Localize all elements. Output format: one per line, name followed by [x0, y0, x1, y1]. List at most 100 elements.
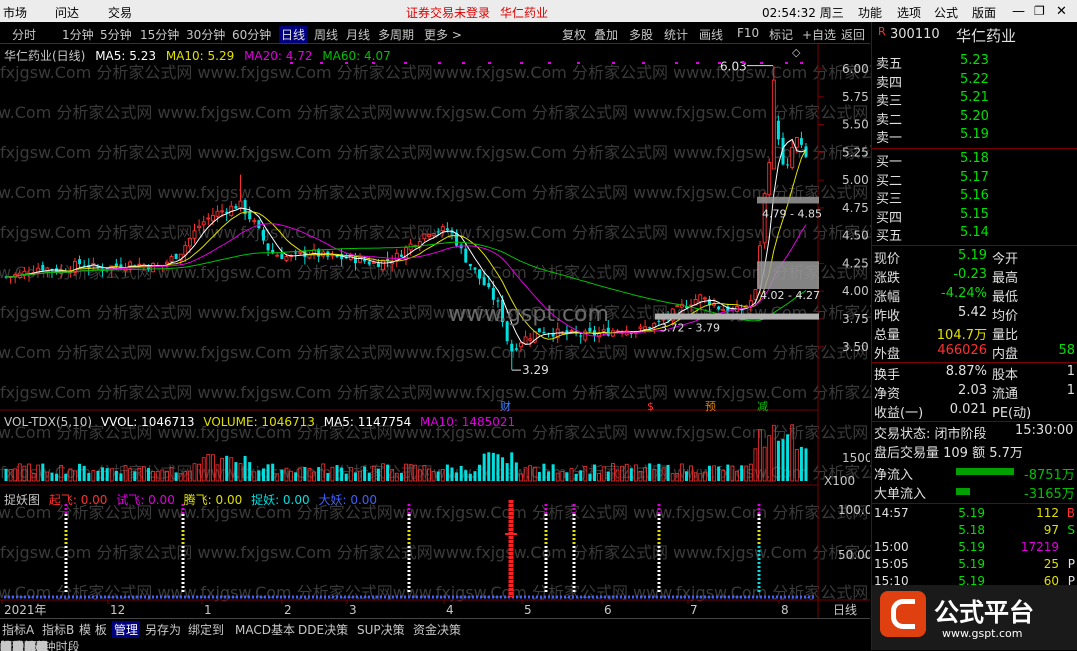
tab-capital[interactable]: 资金决策	[413, 621, 461, 638]
volume-bar	[257, 470, 261, 481]
tab-more[interactable]: 更多 >	[424, 26, 462, 43]
candle-body	[643, 326, 648, 330]
tab-15min[interactable]: 15分钟	[140, 26, 179, 43]
volume-bar	[284, 467, 289, 482]
menu-function[interactable]: 功能	[858, 4, 882, 21]
volume-bar	[679, 463, 684, 482]
tab-1min[interactable]: 1分钟	[62, 26, 94, 43]
volume-bar	[633, 464, 638, 482]
volume-bar	[684, 471, 688, 481]
ma5-label: MA5: 5.23	[95, 49, 156, 63]
volume-bar	[404, 463, 408, 482]
volume-bar	[390, 468, 395, 482]
candle-body	[721, 308, 726, 311]
tick-time: 15:10	[874, 574, 909, 588]
close-icon[interactable]: ✕	[1056, 4, 1067, 19]
volume-bar	[767, 435, 772, 482]
candle-body	[330, 254, 335, 257]
candle-body	[248, 211, 252, 220]
tab-bind[interactable]: 绑定到	[188, 621, 224, 638]
tab-indicator-a[interactable]: 指标A	[2, 621, 34, 638]
tick-price: 5.19	[958, 574, 985, 588]
candle-body	[473, 267, 477, 270]
menu-options[interactable]: 选项	[897, 4, 921, 21]
tab-60min[interactable]: 60分钟	[232, 26, 271, 43]
volume-bar	[238, 463, 243, 482]
candle-body	[445, 228, 449, 231]
stat-value-2: 1	[1066, 383, 1075, 398]
volume-bar	[436, 471, 440, 481]
candle-body	[78, 259, 82, 265]
menu-market[interactable]: 市场	[3, 4, 27, 21]
volume-bar	[119, 473, 123, 481]
volume-bar	[799, 446, 803, 481]
volume-label: VOLUME: 1046713	[203, 415, 315, 429]
tab-daily[interactable]: 日线	[279, 26, 308, 43]
volume-bar	[717, 466, 721, 481]
tick-volume: 97	[1043, 523, 1059, 537]
btn-multi-stock[interactable]: 多股	[629, 26, 653, 43]
menu-layout[interactable]: 版面	[972, 4, 996, 21]
tab-dde[interactable]: DDE决策	[298, 621, 348, 638]
tab-multi-period[interactable]: 多周期	[378, 26, 414, 43]
btn-stats[interactable]: 统计	[664, 26, 688, 43]
candle-body	[771, 79, 776, 170]
signal-dot	[642, 62, 645, 64]
tab-weekly[interactable]: 周线	[314, 26, 338, 43]
signal-dot	[520, 62, 523, 64]
tab-manage[interactable]: 管理	[112, 621, 141, 638]
volume-bar	[413, 464, 418, 482]
volume-bar	[289, 470, 293, 482]
tab-template[interactable]: 模 板	[79, 621, 107, 638]
btn-back[interactable]: 返回	[841, 26, 865, 43]
info-tab[interactable]: 固定5分钟时段	[0, 638, 80, 651]
btn-draw[interactable]: 画线	[699, 26, 723, 43]
signal-dot	[675, 62, 678, 64]
tab-fenshi[interactable]: 分时	[12, 26, 36, 43]
tab-monthly[interactable]: 月线	[346, 26, 370, 43]
price-ytick-label: 4.75	[842, 201, 869, 215]
price-zone-box	[757, 196, 819, 204]
tab-macd[interactable]: MACD基本	[235, 621, 295, 638]
minimize-icon[interactable]: —	[1012, 4, 1025, 19]
menu-trade[interactable]: 交易	[108, 4, 132, 21]
btn-fuquan[interactable]: 复权	[562, 26, 586, 43]
btn-overlay[interactable]: 叠加	[594, 26, 618, 43]
restore-icon[interactable]: ❐	[1034, 4, 1045, 18]
btn-f10[interactable]: F10	[737, 26, 759, 40]
volume-bar	[762, 446, 767, 482]
volume-bar	[427, 468, 431, 482]
volume-bar	[151, 471, 156, 482]
tab-save-as[interactable]: 另存为	[145, 621, 181, 638]
ask-label: 卖四	[876, 75, 903, 91]
price-ytick-label: 3.75	[842, 312, 869, 326]
candle-body	[491, 287, 495, 300]
volume-bar	[73, 470, 77, 482]
candle-body	[629, 333, 633, 335]
tab-5min[interactable]: 5分钟	[100, 26, 132, 43]
btn-add-watch[interactable]: +自选	[802, 26, 836, 43]
bid-label: 买五	[876, 229, 903, 244]
volume-bar	[652, 468, 657, 482]
login-notice[interactable]: 证券交易未登录	[406, 4, 490, 21]
volume-bar	[523, 467, 528, 482]
tab-sup[interactable]: SUP决策	[357, 621, 405, 638]
volume-bar	[620, 465, 624, 482]
menu-formula[interactable]: 公式	[934, 4, 958, 21]
volume-bar	[431, 471, 436, 482]
menu-wenda[interactable]: 问达	[55, 4, 79, 21]
volume-bar	[574, 473, 578, 481]
volume-bar	[698, 473, 703, 482]
volume-bar	[615, 469, 620, 482]
btn-mark[interactable]: 标记	[769, 26, 793, 43]
kline-chart[interactable]: 6.00 5.75 5.50 5.25 5.00 4.75 4.50 4.25 4.00 3.75…	[0, 44, 870, 618]
stock-name: 华仁药业	[956, 27, 1017, 45]
tab-30min[interactable]: 30分钟	[186, 26, 225, 43]
volume-bar	[45, 471, 50, 482]
tab-indicator-b[interactable]: 指标B	[42, 621, 74, 638]
tick-volume: 60	[1043, 574, 1059, 588]
volume-bar	[440, 469, 445, 482]
stat-value-2: 1	[1066, 364, 1075, 379]
chart-area[interactable]: fxjgsw.Com 分析家公式网 www.fxjgsw.Com 分析家公式网w…	[0, 44, 908, 618]
candle-body	[468, 263, 472, 267]
